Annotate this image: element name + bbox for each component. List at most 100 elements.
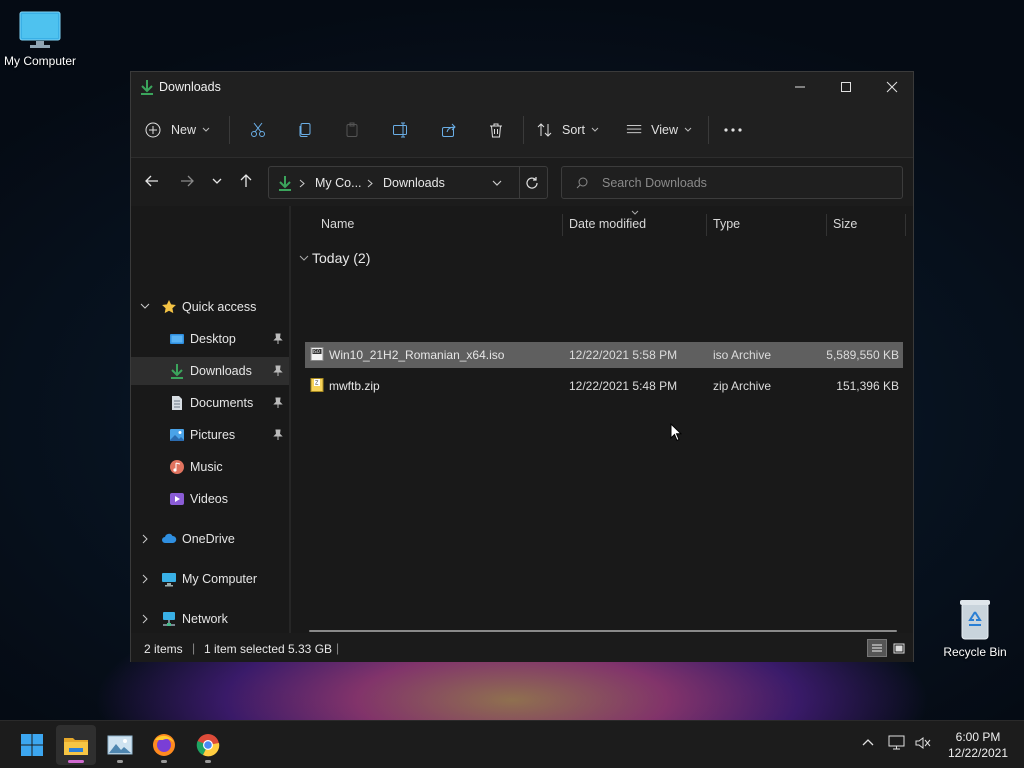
nav-item-music[interactable]: Music [131, 453, 289, 481]
share-icon [442, 123, 456, 137]
status-selected-size: 5.33 GB [288, 642, 333, 656]
column-header-date-modified[interactable]: Date modified [569, 206, 705, 242]
file-date: 12/22/2021 5:48 PM [569, 379, 678, 393]
column-header-name[interactable]: Name [321, 206, 561, 242]
taskbar-firefox[interactable] [144, 725, 184, 765]
show-hidden-icons-button[interactable] [860, 735, 880, 755]
nav-onedrive[interactable]: OneDrive [131, 525, 289, 553]
desktop-icon-recycle-bin[interactable]: Recycle Bin [935, 597, 1015, 659]
nav-item-pictures[interactable]: Pictures [131, 421, 289, 449]
refresh-icon[interactable] [525, 176, 539, 190]
paste-button[interactable] [338, 116, 366, 144]
pin-icon [273, 365, 283, 376]
nav-item-desktop[interactable]: Desktop [131, 325, 289, 353]
column-header-label: Size [833, 217, 858, 231]
forward-button[interactable] [174, 168, 200, 194]
share-button[interactable] [435, 116, 463, 144]
chevron-up-icon [862, 739, 874, 746]
folder-icon [64, 738, 88, 755]
desktop-icon-my-computer[interactable]: My Computer [0, 10, 80, 68]
network-monitor-icon [888, 735, 905, 750]
more-options-button[interactable] [719, 116, 747, 144]
nav-label: Pictures [190, 428, 236, 442]
arrow-left-icon [145, 175, 158, 187]
file-explorer-window: Downloads New Sort View My Co... Downloa… [130, 71, 914, 662]
details-view-button[interactable] [867, 639, 887, 657]
file-row-zip[interactable]: Z mwftb.zip 12/22/2021 5:48 PM zip Archi… [305, 373, 903, 399]
nav-label: Music [190, 460, 223, 474]
title-bar[interactable]: Downloads [131, 72, 913, 102]
column-header-label: Date modified [569, 217, 647, 231]
close-icon [886, 81, 898, 93]
status-separator: | [192, 641, 196, 655]
video-icon [170, 493, 184, 505]
taskbar-chrome[interactable] [188, 725, 228, 765]
chevron-right-icon [142, 574, 148, 584]
new-label: New [171, 123, 197, 137]
pin-icon [273, 397, 283, 408]
start-button[interactable] [12, 725, 52, 765]
file-date: 12/22/2021 5:58 PM [569, 348, 678, 362]
volume-button[interactable] [914, 735, 934, 755]
tiles-view-icon [893, 643, 905, 653]
column-header-size[interactable]: Size [833, 206, 903, 242]
tiles-view-button[interactable] [889, 639, 909, 657]
group-header-today[interactable]: Today (2) [297, 246, 497, 270]
svg-text:Z: Z [315, 381, 319, 387]
address-bar[interactable]: My Co... Downloads [268, 166, 548, 199]
breadcrumb-downloads[interactable]: Downloads [383, 176, 445, 190]
arrow-right-icon [181, 175, 194, 187]
arrow-up-icon [240, 174, 252, 187]
chrome-icon [196, 734, 220, 757]
plus-circle-icon [145, 122, 161, 138]
status-item-count: 2 items [144, 642, 183, 656]
network-status-button[interactable] [888, 735, 908, 755]
maximize-button[interactable] [823, 72, 869, 102]
clock-date: 12/22/2021 [947, 746, 1009, 760]
nav-item-videos[interactable]: Videos [131, 485, 289, 513]
view-button[interactable]: View [626, 116, 692, 144]
disc-image-file-icon: ISO [310, 347, 324, 361]
new-button[interactable]: New [145, 116, 215, 144]
close-button[interactable] [869, 72, 915, 102]
pin-icon [273, 429, 283, 440]
nav-my-computer[interactable]: My Computer [131, 565, 289, 593]
nav-label: Desktop [190, 332, 236, 346]
taskbar-photos-app[interactable] [100, 725, 140, 765]
minimize-button[interactable] [777, 72, 823, 102]
chevron-right-icon [299, 179, 305, 188]
command-bar: New Sort View [131, 102, 913, 158]
file-name: mwftb.zip [329, 379, 380, 393]
nav-label: My Computer [182, 572, 258, 586]
nav-item-downloads[interactable]: Downloads [131, 357, 289, 385]
file-list-pane: Name Date modified Type Size Today (2) I… [291, 206, 913, 633]
sort-button[interactable]: Sort [537, 116, 603, 144]
delete-button[interactable] [482, 116, 510, 144]
file-type: zip Archive [713, 379, 772, 393]
chevron-down-icon[interactable] [492, 179, 502, 187]
taskbar-file-explorer[interactable] [56, 725, 96, 765]
search-box[interactable]: Search Downloads [561, 166, 903, 199]
search-placeholder: Search Downloads [602, 176, 707, 190]
horizontal-scrollbar[interactable] [309, 630, 897, 632]
firefox-icon [153, 734, 175, 756]
recent-locations-button[interactable] [205, 168, 229, 194]
sort-label: Sort [562, 123, 585, 137]
taskbar-clock[interactable]: 6:00 PM 12/22/2021 [940, 727, 1016, 763]
file-row-iso[interactable]: ISO Win10_21H2_Romanian_x64.iso 12/22/20… [305, 342, 903, 368]
breadcrumb-my-computer[interactable]: My Co... [315, 176, 362, 190]
back-button[interactable] [139, 168, 165, 194]
chevron-down-icon [299, 255, 309, 261]
cut-button[interactable] [244, 116, 272, 144]
column-header-type[interactable]: Type [713, 206, 823, 242]
rename-button[interactable] [387, 116, 415, 144]
clipboard-icon [346, 122, 358, 137]
status-selection: 1 item selected [204, 642, 285, 656]
chevron-down-icon [202, 127, 210, 132]
nav-item-documents[interactable]: Documents [131, 389, 289, 417]
copy-button[interactable] [291, 116, 319, 144]
nav-label: Downloads [190, 364, 252, 378]
up-button[interactable] [234, 168, 258, 194]
nav-network[interactable]: Network [131, 605, 289, 633]
nav-quick-access[interactable]: Quick access [131, 293, 289, 321]
